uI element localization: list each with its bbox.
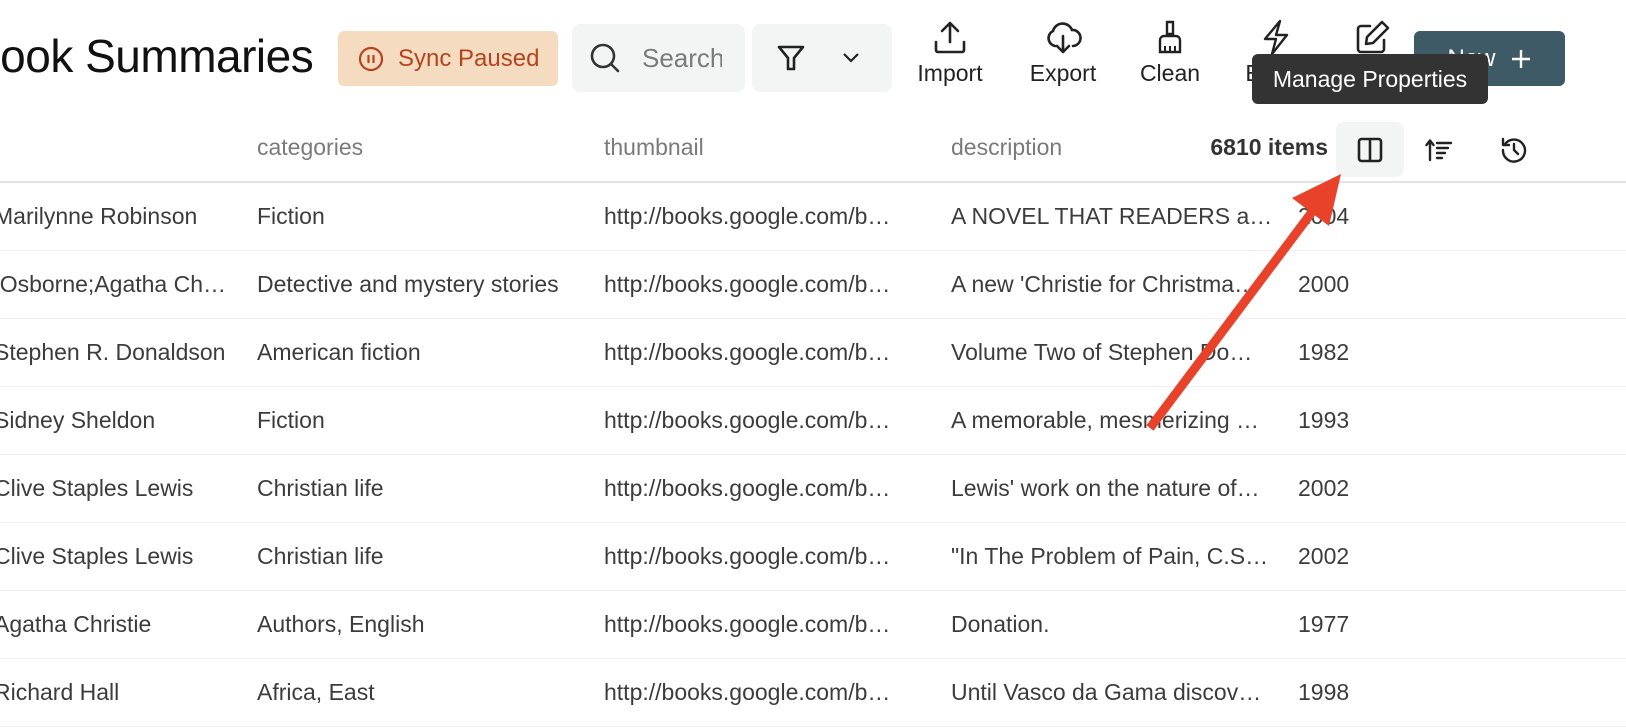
- cell-author-text: Clive Staples Lewis: [0, 475, 194, 501]
- export-button[interactable]: Export: [1013, 18, 1113, 87]
- items-count: 6810 items: [1210, 134, 1328, 160]
- cell-author[interactable]: Stephen R. Donaldson: [0, 319, 226, 386]
- lightning-icon: [1263, 19, 1289, 56]
- manage-properties-tooltip: Manage Properties: [1252, 54, 1488, 104]
- sync-status-badge[interactable]: Sync Paused: [338, 31, 558, 86]
- cell-description[interactable]: Lewis' work on the nature of…: [951, 455, 1271, 522]
- cell-thumbnail[interactable]: http://books.google.com/b…: [604, 251, 914, 318]
- manage-properties-button[interactable]: [1336, 122, 1404, 177]
- cell-author-text: Clive Staples Lewis: [0, 543, 194, 569]
- cell-author-text: Charles Osborne;Agatha Ch…: [0, 271, 226, 297]
- cell-year[interactable]: 1982: [1298, 319, 1378, 386]
- columns-icon: [1357, 137, 1383, 162]
- cell-description[interactable]: A new 'Christie for Christma…: [951, 251, 1271, 318]
- cell-categories[interactable]: Authors, English: [257, 591, 587, 658]
- cell-author[interactable]: Charles Osborne;Agatha Ch…: [0, 251, 226, 318]
- search-box[interactable]: [572, 24, 745, 92]
- cell-year[interactable]: 1977: [1298, 591, 1378, 658]
- filter-dropdown[interactable]: [752, 24, 892, 92]
- table-row[interactable]: Sidney Sheldon Fiction http://books.google…: [0, 387, 1626, 455]
- sort-icon: [1425, 138, 1453, 161]
- cell-description[interactable]: Until Vasco da Gama discov…: [951, 659, 1271, 726]
- history-icon: [1501, 137, 1527, 163]
- cell-author-text: Sidney Sheldon: [0, 407, 156, 433]
- cloud-download-icon: [1047, 22, 1082, 54]
- import-button[interactable]: Import: [900, 18, 1000, 87]
- cell-author-text: Stephen R. Donaldson: [0, 339, 226, 365]
- cell-author-text: Agatha Christie: [0, 611, 152, 637]
- cell-categories[interactable]: Christian life: [257, 455, 587, 522]
- upload-icon: [934, 21, 966, 54]
- search-input[interactable]: [642, 42, 722, 74]
- cell-categories[interactable]: Fiction: [257, 387, 587, 454]
- cell-categories[interactable]: Africa, East: [257, 659, 587, 726]
- cell-thumbnail[interactable]: http://books.google.com/b…: [604, 455, 914, 522]
- table-row[interactable]: Stephen R. Donaldson American fiction http…: [0, 319, 1626, 387]
- cell-description[interactable]: A memorable, mesmerizing …: [951, 387, 1271, 454]
- cell-description[interactable]: A NOVEL THAT READERS a…: [951, 183, 1271, 250]
- cell-categories[interactable]: Fiction: [257, 183, 587, 250]
- cell-year[interactable]: 2002: [1298, 455, 1378, 522]
- cell-description[interactable]: Donation.: [951, 591, 1271, 658]
- cell-author[interactable]: Sidney Sheldon: [0, 387, 226, 454]
- table-row[interactable]: Charles Osborne;Agatha Ch… Detective and …: [0, 251, 1626, 319]
- table-row[interactable]: Clive Staples Lewis Christian life http://…: [0, 455, 1626, 523]
- table-row[interactable]: Agatha Christie Authors, English http://bo…: [0, 591, 1626, 659]
- cell-author-text: Marilynne Robinson: [0, 203, 198, 229]
- column-header-categories[interactable]: categories: [257, 134, 363, 161]
- table-row[interactable]: Marilynne Robinson Fiction http://books.go…: [0, 183, 1626, 251]
- plus-icon: [1511, 49, 1530, 68]
- cell-thumbnail[interactable]: http://books.google.com/b…: [604, 659, 914, 726]
- cell-author[interactable]: Clive Staples Lewis: [0, 523, 226, 590]
- cell-categories[interactable]: Detective and mystery stories: [257, 251, 587, 318]
- column-header-thumbnail[interactable]: thumbnail: [604, 134, 704, 161]
- column-header-description[interactable]: description: [951, 134, 1062, 161]
- cell-year[interactable]: 2004: [1298, 183, 1378, 250]
- cell-thumbnail[interactable]: http://books.google.com/b…: [604, 183, 914, 250]
- page-title: Book Summaries: [0, 30, 314, 82]
- clean-label: Clean: [1139, 60, 1201, 86]
- edit-icon: [1356, 20, 1390, 54]
- cell-categories[interactable]: Christian life: [257, 523, 587, 590]
- cell-thumbnail[interactable]: http://books.google.com/b…: [604, 387, 914, 454]
- cell-year[interactable]: 1998: [1298, 659, 1378, 726]
- cell-year[interactable]: 2000: [1298, 251, 1378, 318]
- cell-description[interactable]: Volume Two of Stephen Do…: [951, 319, 1271, 386]
- search-icon: [590, 43, 620, 73]
- broom-icon: [1158, 20, 1182, 54]
- cell-author[interactable]: Richard Hall: [0, 659, 226, 726]
- history-button[interactable]: [1480, 122, 1548, 177]
- sort-button[interactable]: [1405, 122, 1473, 177]
- cell-author[interactable]: Clive Staples Lewis: [0, 455, 226, 522]
- import-label: Import: [917, 60, 983, 86]
- sync-status-label: Sync Paused: [398, 44, 540, 72]
- chevron-down-icon: [843, 53, 859, 63]
- export-label: Export: [1029, 60, 1097, 86]
- cell-categories[interactable]: American fiction: [257, 319, 587, 386]
- cell-author-text: Richard Hall: [0, 679, 120, 705]
- filter-icon: [777, 45, 805, 71]
- cell-author[interactable]: Agatha Christie: [0, 591, 226, 658]
- table-row[interactable]: Clive Staples Lewis Christian life http://…: [0, 523, 1626, 591]
- pause-circle-icon: [358, 46, 384, 71]
- table-row[interactable]: Richard Hall Africa, East http://books.goo…: [0, 659, 1626, 727]
- cell-author[interactable]: Marilynne Robinson: [0, 183, 226, 250]
- cell-thumbnail[interactable]: http://books.google.com/b…: [604, 319, 914, 386]
- clean-button[interactable]: Clean: [1120, 18, 1220, 87]
- cell-thumbnail[interactable]: http://books.google.com/b…: [604, 523, 914, 590]
- cell-year[interactable]: 1993: [1298, 387, 1378, 454]
- cell-year[interactable]: 2002: [1298, 523, 1378, 590]
- cell-description[interactable]: "In The Problem of Pain, C.S…: [951, 523, 1271, 590]
- cell-thumbnail[interactable]: http://books.google.com/b…: [604, 591, 914, 658]
